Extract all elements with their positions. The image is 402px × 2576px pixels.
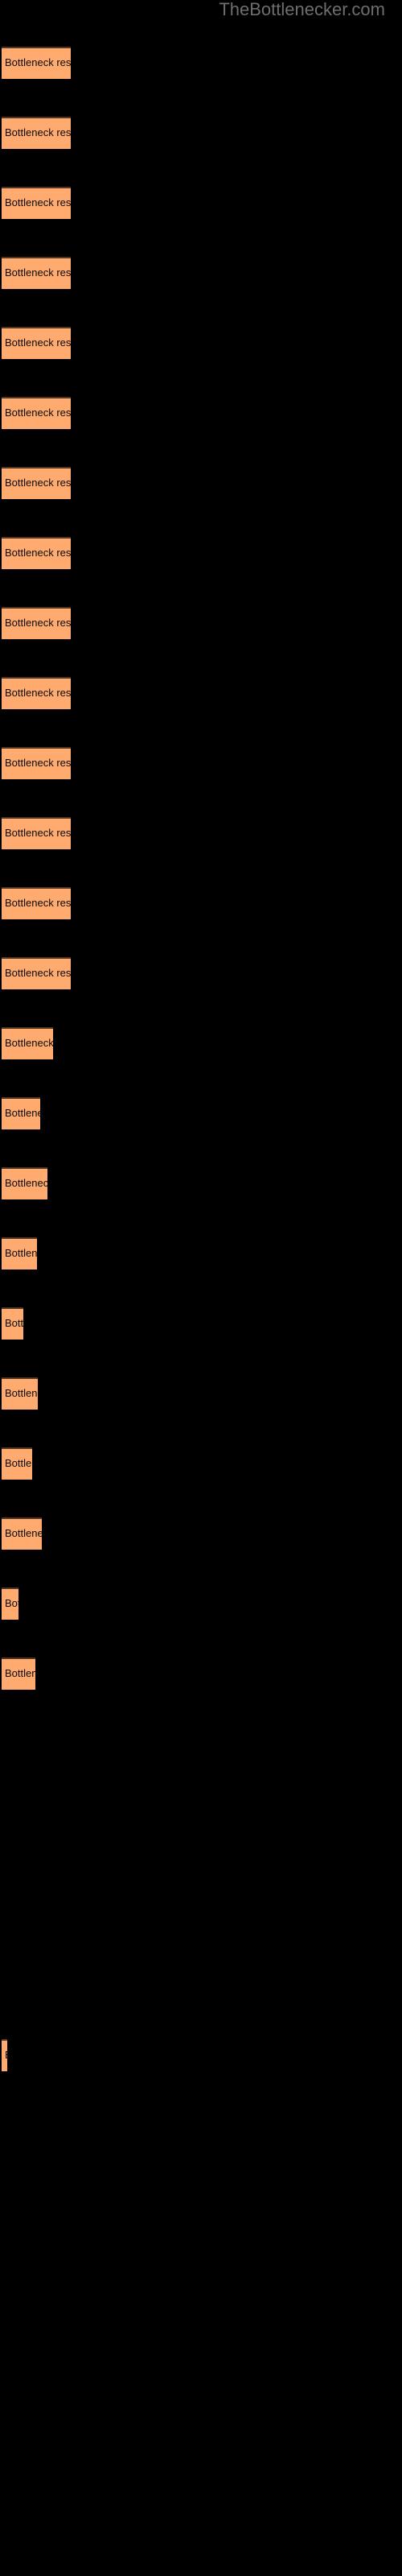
bar-row: Bottleneck result [0,47,402,79]
bar-label: Bottleneck result [5,1527,42,1539]
bar-label: Bottleneck result [5,547,71,559]
bar-label-clip: Bottleneck result [2,1307,23,1340]
bar-row: Bottleneck result [0,887,402,919]
bar-label: Bottleneck result [5,2039,7,2071]
bar-row: Bottleneck result [0,257,402,289]
bar-label-clip: Bottleneck result [2,47,71,79]
bar-label-clip: Bottleneck result [2,607,71,639]
bar-label: Bottleneck result [5,827,71,839]
bar-row: Bottleneck result [0,1027,402,1059]
bar-label: Bottleneck result [5,407,71,419]
bar-label-clip: Bottleneck result [2,187,71,219]
bar-label: Bottleneck result [5,967,71,979]
bar-label-clip: Bottleneck result [2,117,71,149]
bar-label-clip: Bottleneck result [2,957,71,989]
bar-row: Bottleneck result [0,117,402,149]
bar-label-clip: Bottleneck result [2,467,71,499]
bar-label: Bottleneck result [5,687,71,699]
bar-label-clip: Bottleneck result [2,1657,35,1690]
bar-row: Bottleneck result [0,747,402,779]
bar-label-clip: Bottleneck result [2,1097,40,1129]
bar-row: Bottleneck result [0,607,402,639]
bar-label: Bottleneck result [5,196,71,208]
bar-label-clip: Bottleneck result [2,1377,38,1410]
bar-row: Bottleneck result [0,1517,402,1550]
bar-row: Bottleneck result [0,957,402,989]
bar-label: Bottleneck result [5,1457,32,1469]
bar-label: Bottleneck result [5,1037,53,1049]
bar-row: Bottleneck result [0,467,402,499]
bar-label: Bottleneck result [5,617,71,629]
bar-label: Bottleneck result [5,1247,37,1259]
bar-label-clip: Bottleneck result [2,887,71,919]
bar-label-clip: Bottleneck result [2,257,71,289]
page-root: TheBottlenecker.com Bottleneck resultBot… [0,0,402,2576]
bar-row: Bottleneck result [0,1657,402,1690]
bar-label-clip: Bottleneck result [2,1587,18,1620]
bar-row: Bottleneck result [0,1307,402,1340]
bar-label: Bottleneck result [5,1387,38,1399]
bar-row: Bottleneck result [0,1237,402,1269]
bar-label: Bottleneck result [5,1317,23,1329]
bar-row: Bottleneck result [0,1377,402,1410]
bar-row: Bottleneck result [0,1447,402,1480]
bar-row: Bottleneck result [0,187,402,219]
bar-row: Bottleneck result [0,397,402,429]
bar-label-clip: Bottleneck result [2,1167,47,1199]
bar-row: Bottleneck result [0,537,402,569]
bar-label: Bottleneck result [5,1667,35,1679]
bar-row: Bottleneck result [0,2039,402,2071]
bar-label-clip: Bottleneck result [2,677,71,709]
bar-row: Bottleneck result [0,1097,402,1129]
bar-label-clip: Bottleneck result [2,1237,37,1269]
bar-label-clip: Bottleneck result [2,817,71,849]
bar-label: Bottleneck result [5,1107,40,1119]
bar-label: Bottleneck result [5,266,71,279]
bar-label: Bottleneck result [5,1597,18,1609]
bottleneck-bar-chart: Bottleneck result Bottleneck result Bottle… [0,0,402,2576]
bar-label-clip: Bottleneck result [2,2039,7,2071]
bar-label-clip: Bottleneck result [2,397,71,429]
bar-label: Bottleneck result [5,1177,47,1189]
bar-label: Bottleneck result [5,477,71,489]
bar-label-clip: Bottleneck result [2,1447,32,1480]
bar-label: Bottleneck result [5,56,71,68]
bar-row: Bottleneck result [0,327,402,359]
bar-label-clip: Bottleneck result [2,327,71,359]
bar-label-clip: Bottleneck result [2,537,71,569]
bar-label: Bottleneck result [5,897,71,909]
bar-label-clip: Bottleneck result [2,1517,42,1550]
bar-label: Bottleneck result [5,336,71,349]
bar-label-clip: Bottleneck result [2,747,71,779]
bar-row: Bottleneck result [0,677,402,709]
bar-row: Bottleneck result [0,1587,402,1620]
bar-label: Bottleneck result [5,757,71,769]
bar-label-clip: Bottleneck result [2,1027,53,1059]
bar-row: Bottleneck result [0,1167,402,1199]
bar-row: Bottleneck result [0,817,402,849]
bar-label: Bottleneck result [5,126,71,138]
